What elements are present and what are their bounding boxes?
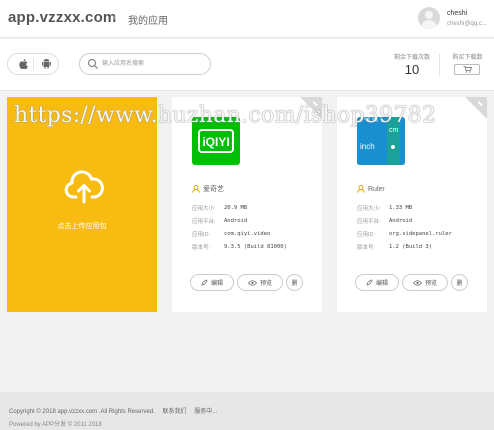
platform-label: 应用平台: (357, 218, 381, 225)
edit-label: 编辑 (210, 281, 223, 287)
platform-value: Android (389, 217, 413, 224)
toolbar: 剩余下载次数 10 购买下载数 (0, 39, 494, 91)
info-row-size: 应用大小: 1.33 MB (357, 201, 452, 214)
cart-icon (463, 66, 472, 73)
version-value: 1.2 (Build 3) (389, 243, 433, 250)
preview-label: 预览 (424, 281, 437, 287)
delete-label: 删 (456, 281, 463, 287)
app-name[interactable]: 爱奇艺 (203, 184, 224, 194)
info-row-id: 应用ID: com.qiyi.video (192, 227, 287, 240)
info-row-version: 版本号: 1.2 (Build 3) (357, 240, 452, 253)
user-icon (357, 185, 365, 193)
app-card: iQIYI 爱奇艺 应用大小: 20.9 MB 应用平台: Android 应用ID… (172, 97, 322, 312)
app-info: 应用大小: 1.33 MB 应用平台: Android 应用ID: org.sidep… (357, 201, 452, 253)
size-value: 20.9 MB (224, 204, 248, 211)
top-header: app.vzzxx.com › 我的应用 cheshi cheshi@qq.c.… (0, 0, 494, 38)
pin-icon[interactable] (477, 100, 484, 107)
search-box (79, 53, 211, 75)
breadcrumb-my-apps[interactable]: 我的应用 (128, 12, 168, 27)
user-icon (192, 185, 200, 193)
info-row-id: 应用ID: org.sidepanel.ruler (357, 227, 452, 240)
delete-button[interactable]: 删 (451, 274, 468, 291)
user-avatar[interactable] (418, 7, 440, 29)
pencil-icon (366, 279, 373, 286)
id-label: 应用ID: (192, 231, 211, 238)
upload-app-card[interactable]: 点击上传应用包 (7, 97, 157, 312)
search-input[interactable] (102, 57, 206, 71)
id-value: org.sidepanel.ruler (389, 230, 452, 237)
preview-button[interactable]: 预览 (237, 274, 283, 291)
ruler-icon-inch-text: inch (360, 142, 375, 151)
eye-icon (412, 279, 422, 286)
upload-app-label: 点击上传应用包 (57, 223, 107, 230)
app-name-row: Ruler (357, 184, 385, 194)
download-remaining-label: 剩余下载次数 (393, 55, 430, 61)
app-card: inch cm Ruler 应用大小: 1.33 MB 应用平台: Android … (337, 97, 487, 312)
size-label: 应用大小: (192, 205, 216, 212)
iqiyi-app-icon: iQIYI (192, 117, 240, 165)
search-icon[interactable] (87, 58, 99, 70)
ruler-icon-cm-text: cm (389, 127, 399, 134)
user-name[interactable]: cheshi (447, 10, 467, 17)
edit-button[interactable]: 编辑 (190, 274, 234, 291)
footer-contact-link[interactable]: 联系我们 (163, 409, 187, 415)
version-value: 9.3.5 (Build 81000) (224, 243, 287, 250)
pin-icon[interactable] (312, 100, 319, 107)
id-label: 应用ID: (357, 231, 376, 238)
platform-divider (33, 58, 34, 70)
toolbar-divider (439, 54, 440, 76)
delete-button[interactable]: 删 (286, 274, 303, 291)
edit-label: 编辑 (375, 281, 388, 287)
apple-icon[interactable] (16, 57, 30, 71)
version-label: 版本号: (192, 244, 211, 251)
footer: Copyright © 2018 app.vzzxx.com .All Righ… (0, 392, 494, 430)
platform-filter (7, 53, 59, 75)
footer-service-link[interactable]: 服务中... (194, 409, 217, 415)
eye-icon (247, 279, 257, 286)
app-name-row: 爱奇艺 (192, 184, 224, 194)
info-row-platform: 应用平台: Android (192, 214, 287, 227)
preview-button[interactable]: 预览 (402, 274, 448, 291)
cloud-upload-icon (64, 170, 104, 204)
footer-line: Copyright © 2018 app.vzzxx.com .All Righ… (9, 406, 223, 415)
delete-label: 删 (291, 281, 298, 287)
pencil-icon (201, 279, 208, 286)
info-row-platform: 应用平台: Android (357, 214, 452, 227)
info-row-size: 应用大小: 20.9 MB (192, 201, 287, 214)
user-email: cheshi@qq.c... (447, 21, 487, 27)
download-remaining-count: 10 (404, 62, 420, 77)
site-logo[interactable]: app.vzzxx.com (8, 9, 116, 26)
breadcrumb-separator: › (112, 12, 116, 24)
app-actions: 编辑 预览 删 (355, 274, 471, 292)
platform-value: Android (224, 217, 248, 224)
preview-label: 预览 (259, 281, 272, 287)
edit-button[interactable]: 编辑 (355, 274, 399, 291)
iqiyi-icon-text: iQIYI (202, 135, 229, 149)
version-label: 版本号: (357, 244, 376, 251)
ruler-app-icon: inch cm (357, 117, 405, 165)
id-value: com.qiyi.video (224, 230, 271, 237)
platform-label: 应用平台: (192, 218, 216, 225)
app-info: 应用大小: 20.9 MB 应用平台: Android 应用ID: com.qiyi.… (192, 201, 287, 253)
buy-downloads-button[interactable] (454, 64, 480, 75)
android-icon[interactable] (39, 57, 53, 71)
app-name[interactable]: Ruler (368, 186, 385, 193)
buy-downloads-label: 购买下载数 (452, 55, 483, 61)
footer-powered: Powered by APP分发 © 2011 2018 (9, 422, 102, 428)
info-row-version: 版本号: 9.3.5 (Build 81000) (192, 240, 287, 253)
size-value: 1.33 MB (389, 204, 413, 211)
size-label: 应用大小: (357, 205, 381, 212)
footer-copyright: Copyright © 2018 app.vzzxx.com .All Righ… (9, 409, 155, 415)
app-actions: 编辑 预览 删 (190, 274, 306, 292)
